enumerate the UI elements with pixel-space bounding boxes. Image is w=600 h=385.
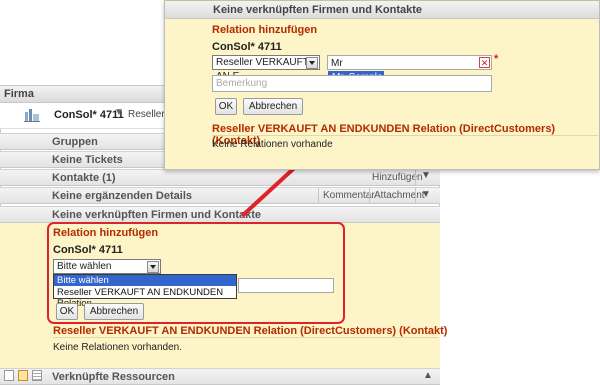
zoom-remark-placeholder: Bemerkung <box>216 78 268 89</box>
zoom-relation-type-select[interactable]: Reseller VERKAUFT AN E <box>212 55 320 82</box>
zoom-form-title: Relation hinzufügen <box>212 24 318 36</box>
zoom-panel-header: Keine verknüpften Firmen und Kontakte <box>165 2 599 19</box>
clear-search-icon[interactable]: ✕ <box>479 57 490 68</box>
zoom-no-relations-text: Keine Relationen vorhande <box>212 139 333 150</box>
divider <box>212 135 598 136</box>
zoom-ok-button[interactable]: OK <box>215 98 237 115</box>
zoom-form-company: ConSol* 4711 <box>212 41 282 53</box>
contact-search-value: Mr <box>331 58 343 69</box>
select-arrow-icon[interactable] <box>306 57 318 69</box>
zoom-cancel-button[interactable]: Abbrechen <box>243 98 303 115</box>
contact-search-field[interactable]: Mr <box>327 55 492 70</box>
zoom-remark-field[interactable]: Bemerkung <box>212 75 492 92</box>
required-marker: * <box>494 53 499 65</box>
